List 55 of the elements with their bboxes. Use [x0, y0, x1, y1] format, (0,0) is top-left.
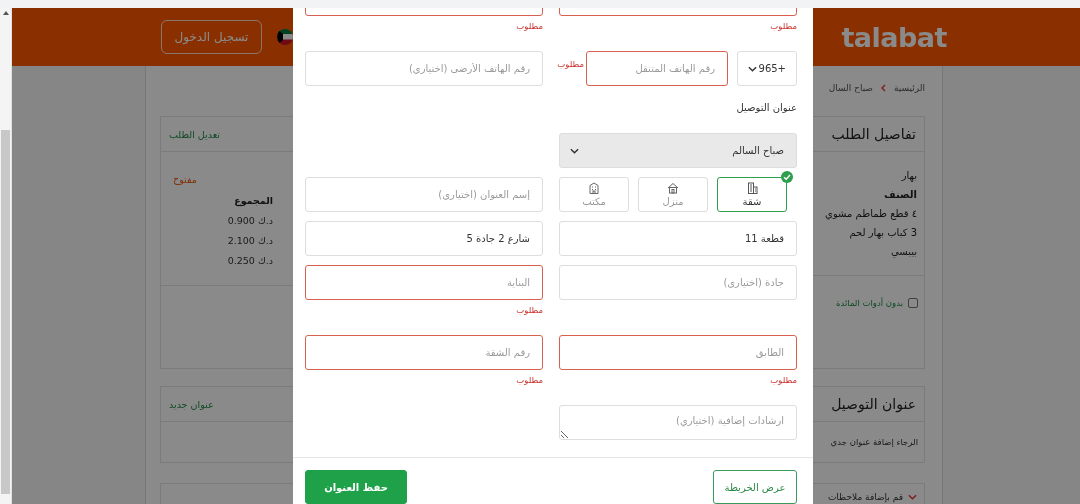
item-total: د.ك 2.100: [226, 235, 273, 246]
input-field[interactable]: شارع 2 جادة 5: [305, 221, 543, 256]
chevron-left-icon: [881, 83, 886, 92]
office-icon: [588, 182, 600, 194]
column-header: المجموع: [233, 195, 273, 206]
check-badge-icon: [781, 171, 793, 183]
flag-icon[interactable]: [277, 29, 293, 45]
breadcrumb-link[interactable]: صباح السال: [828, 82, 873, 93]
item-name: ٤ قطع طماطم مشوي: [824, 208, 917, 219]
item-name: 3 كباب بهار لحم: [848, 227, 917, 238]
input-field[interactable]: رقم الشقة: [305, 335, 543, 370]
restaurant-name: بهار: [900, 170, 917, 181]
scrollbar[interactable]: [0, 8, 12, 504]
scrollbar-thumb[interactable]: [1, 130, 10, 494]
error-text: مطلوب: [557, 59, 584, 71]
checkbox-label[interactable]: بدون أدوات المائدة: [836, 298, 903, 308]
address-type-option[interactable]: مكتب: [559, 177, 629, 212]
chevron-down-icon: [908, 494, 917, 500]
error-text: مطلوب: [515, 305, 543, 317]
notes-link[interactable]: قم بإضافة ملاحظات: [827, 492, 903, 502]
error-text: مطلوب: [769, 375, 797, 387]
house-icon: [667, 182, 679, 194]
error-text: مطلوب: [769, 21, 797, 33]
field-label: عنوان التوصيل: [735, 102, 797, 114]
input-field[interactable]: الطابق: [559, 335, 797, 370]
chevron-down-icon: [748, 65, 757, 72]
input-field[interactable]: رقم الهاتف المتنقل: [586, 51, 728, 86]
error-text: مطلوب: [515, 21, 543, 33]
edit-order-link[interactable]: تعديل الطلب: [169, 128, 220, 140]
item-name: بيبسي: [889, 246, 917, 257]
address-type-option[interactable]: منزل: [638, 177, 708, 212]
breadcrumb-link[interactable]: الرئيسية: [894, 82, 925, 93]
area-select[interactable]: صباح السالم: [559, 133, 797, 168]
new-address-link[interactable]: عنوان جديد: [169, 398, 214, 410]
chevron-down-icon: [570, 147, 579, 154]
input-field[interactable]: قطعة 11: [559, 221, 797, 256]
address-message: الرجاء إضافة عنوان جدي: [830, 437, 918, 447]
show-map-button[interactable]: عرض الخريطة: [713, 470, 797, 504]
item-total: د.ك 0.900: [226, 215, 273, 226]
item-total: د.ك 0.250: [226, 255, 273, 266]
error-text: مطلوب: [515, 375, 543, 387]
scroll-up-icon[interactable]: [2, 11, 9, 15]
card-title: تفاصيل الطلب: [831, 126, 916, 142]
save-address-button[interactable]: حفظ العنوان: [305, 470, 407, 504]
column-header: الصنف: [882, 189, 917, 200]
address-type-option[interactable]: شقة: [717, 177, 787, 212]
textarea-field[interactable]: ارشادات إضافية (اختياري): [559, 405, 797, 440]
login-button[interactable]: تسجيل الدخول: [161, 20, 262, 54]
logo[interactable]: talabat: [841, 21, 947, 53]
checkbox[interactable]: [908, 298, 918, 308]
country-code-select[interactable]: +965: [737, 51, 797, 86]
building-icon: [746, 182, 758, 194]
input-field[interactable]: البناية: [305, 265, 543, 300]
card-title: عنوان التوصيل: [831, 396, 916, 412]
order-status: مفتوح: [173, 174, 198, 185]
